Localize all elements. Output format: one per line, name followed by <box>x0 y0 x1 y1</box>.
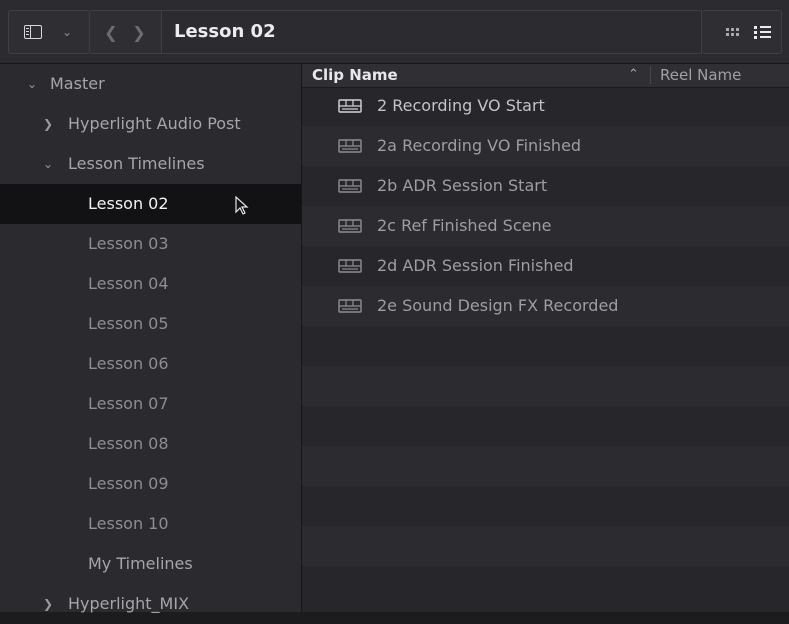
clip-name: 2e Sound Design FX Recorded <box>377 296 619 315</box>
tree-item-label: Lesson Timelines <box>68 154 205 173</box>
clip-row[interactable]: 2b ADR Session Start <box>302 166 789 206</box>
empty-row <box>302 486 789 526</box>
tree-item-label: Hyperlight_MIX <box>68 594 190 613</box>
forward-icon[interactable]: ❯ <box>128 11 150 53</box>
column-divider[interactable] <box>650 66 651 84</box>
timeline-icon <box>338 179 362 193</box>
tree-item-label: Lesson 03 <box>88 234 169 253</box>
tree-item-label: Lesson 02 <box>88 194 169 213</box>
tree-item-label: Master <box>50 74 105 93</box>
empty-row <box>302 526 789 566</box>
panel-toggle-icon[interactable] <box>19 11 47 53</box>
chevron-down-icon[interactable]: ⌄ <box>55 11 79 53</box>
tree-item-my-timelines[interactable]: My Timelines <box>0 544 301 584</box>
column-clip-name[interactable]: Clip Name <box>312 64 398 86</box>
mouse-pointer-icon <box>235 196 249 215</box>
bin-title: Lesson 02 <box>174 21 276 42</box>
empty-row <box>302 366 789 406</box>
tree-item-lesson-08[interactable]: Lesson 08 <box>0 424 301 464</box>
media-pool-window: ⌄ ❮ ❯ Lesson 02 ⌄ Master ❯ Hyperlight Au… <box>0 0 789 613</box>
panel-toggle-group: ⌄ <box>8 10 90 54</box>
clip-row[interactable]: 2c Ref Finished Scene <box>302 206 789 246</box>
toolbar: ⌄ ❮ ❯ Lesson 02 <box>0 0 789 64</box>
back-icon[interactable]: ❮ <box>100 11 122 53</box>
chevron-down-icon[interactable]: ⌄ <box>24 64 40 104</box>
tree-item-master[interactable]: ⌄ Master <box>0 64 301 104</box>
grid-view-icon[interactable] <box>722 11 742 53</box>
tree-item-label: Lesson 07 <box>88 394 169 413</box>
tree-item-label: Lesson 08 <box>88 434 169 453</box>
clip-name: 2 Recording VO Start <box>377 96 545 115</box>
tree-item-lesson-04[interactable]: Lesson 04 <box>0 264 301 304</box>
empty-row <box>302 446 789 486</box>
clip-row[interactable]: 2d ADR Session Finished <box>302 246 789 286</box>
clip-list: Clip Name ⌃ Reel Name 2 Recording VO Sta… <box>302 64 789 612</box>
tree-item-label: Lesson 06 <box>88 354 169 373</box>
clip-row[interactable]: 2 Recording VO Start <box>302 86 789 126</box>
timeline-icon <box>338 219 362 233</box>
sort-ascending-icon[interactable]: ⌃ <box>628 64 639 86</box>
tree-item-hyperlight-audio-post[interactable]: ❯ Hyperlight Audio Post <box>0 104 301 144</box>
clip-row[interactable]: 2e Sound Design FX Recorded <box>302 286 789 326</box>
empty-row <box>302 326 789 366</box>
timeline-icon <box>338 99 362 113</box>
clip-name: 2d ADR Session Finished <box>377 256 574 275</box>
tree-item-label: My Timelines <box>88 554 193 573</box>
empty-row <box>302 566 789 606</box>
empty-row <box>302 406 789 446</box>
chevron-right-icon[interactable]: ❯ <box>40 104 56 144</box>
chevron-right-icon[interactable]: ❯ <box>40 584 56 624</box>
navigation-group: ❮ ❯ <box>90 10 162 54</box>
tree-item-lesson-03[interactable]: Lesson 03 <box>0 224 301 264</box>
clip-row[interactable]: 2a Recording VO Finished <box>302 126 789 166</box>
timeline-icon <box>338 299 362 313</box>
tree-item-lesson-timelines[interactable]: ⌄ Lesson Timelines <box>0 144 301 184</box>
view-mode-group <box>702 10 782 54</box>
column-header: Clip Name ⌃ Reel Name <box>302 64 789 88</box>
tree-item-lesson-06[interactable]: Lesson 06 <box>0 344 301 384</box>
timeline-icon <box>338 139 362 153</box>
tree-item-lesson-10[interactable]: Lesson 10 <box>0 504 301 544</box>
tree-item-hyperlight-mix[interactable]: ❯ Hyperlight_MIX <box>0 584 301 624</box>
column-reel-name[interactable]: Reel Name <box>660 64 741 86</box>
tree-item-lesson-07[interactable]: Lesson 07 <box>0 384 301 424</box>
clip-name: 2a Recording VO Finished <box>377 136 582 155</box>
tree-item-lesson-05[interactable]: Lesson 05 <box>0 304 301 344</box>
tree-item-label: Lesson 09 <box>88 474 169 493</box>
tree-item-lesson-02[interactable]: Lesson 02 <box>0 184 301 224</box>
chevron-down-icon[interactable]: ⌄ <box>40 144 56 184</box>
clip-name: 2b ADR Session Start <box>377 176 548 195</box>
list-view-icon[interactable] <box>752 11 774 53</box>
tree-item-label: Lesson 04 <box>88 274 169 293</box>
tree-item-label: Hyperlight Audio Post <box>68 114 241 133</box>
tree-item-label: Lesson 05 <box>88 314 169 333</box>
timeline-icon <box>338 259 362 273</box>
clip-name: 2c Ref Finished Scene <box>377 216 552 235</box>
tree-item-label: Lesson 10 <box>88 514 169 533</box>
title-area: Lesson 02 <box>162 10 702 54</box>
tree-item-lesson-09[interactable]: Lesson 09 <box>0 464 301 504</box>
bin-tree: ⌄ Master ❯ Hyperlight Audio Post ⌄ Lesso… <box>0 64 302 613</box>
